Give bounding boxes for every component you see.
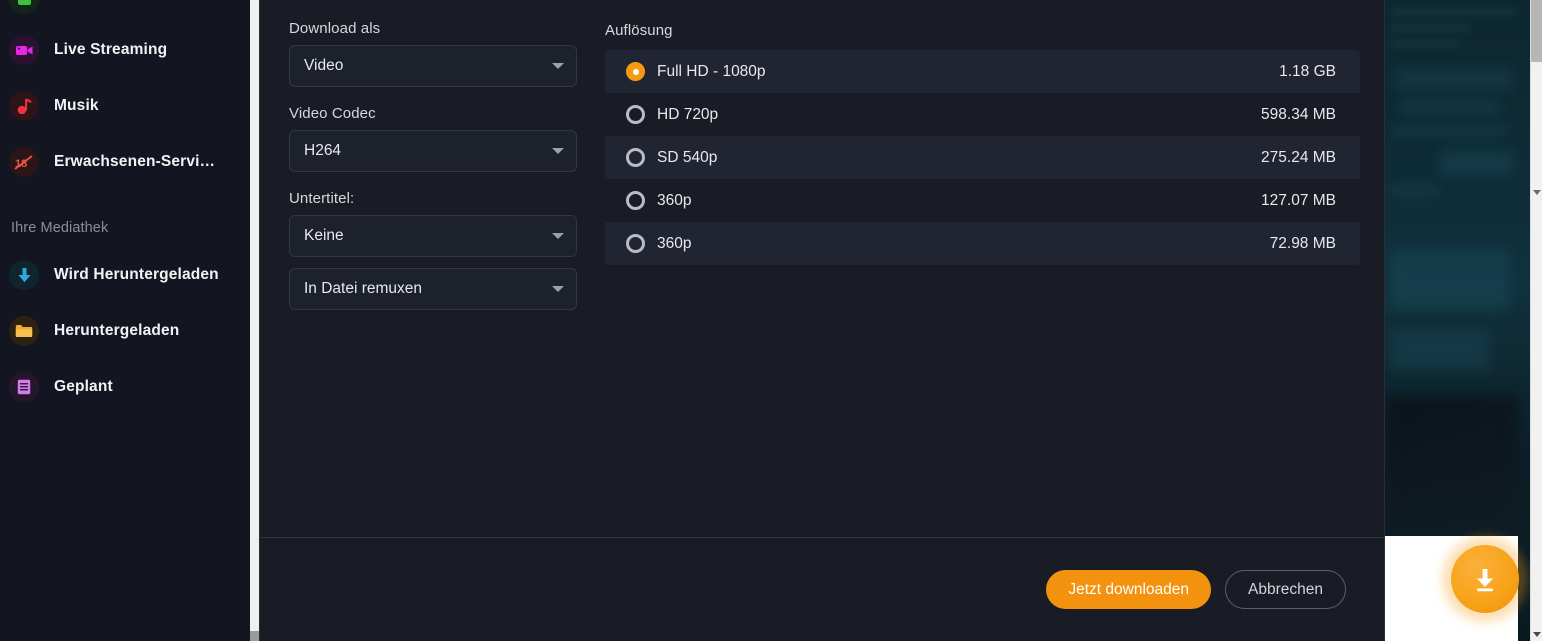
sidebar-item-label: Heruntergeladen [54, 322, 180, 339]
resolution-row[interactable]: Full HD - 1080p 1.18 GB [605, 50, 1360, 93]
download-as-select[interactable]: Video [289, 45, 577, 87]
calendar-list-icon [9, 372, 39, 402]
app-root: Live Streaming Musik 18 Erwachsenen-Se [0, 0, 1542, 641]
sidebar-item-label: Geplant [54, 378, 113, 395]
remux-select[interactable]: In Datei remuxen [289, 268, 577, 310]
resolution-row[interactable]: HD 720p 598.34 MB [605, 93, 1360, 136]
download-as-value: Video [304, 57, 344, 74]
resolution-panel: Auflösung Full HD - 1080p 1.18 GB HD 720… [605, 22, 1360, 265]
subtitles-group: Untertitel: Keine [289, 190, 577, 257]
download-as-group: Download als Video [289, 20, 577, 87]
sidebar-item-label: Live Streaming [54, 41, 168, 58]
sidebar-scrollbar-thumb[interactable] [250, 631, 259, 641]
scroll-down-arrow-icon[interactable] [1533, 632, 1541, 637]
resolution-row[interactable]: 360p 72.98 MB [605, 222, 1360, 265]
resolution-size: 275.24 MB [1261, 148, 1336, 166]
chevron-down-icon [552, 286, 564, 292]
download-now-button[interactable]: Jetzt downloaden [1046, 570, 1212, 609]
download-settings-dialog: Download als Video Video Codec H264 Unte… [259, 0, 1385, 641]
resolution-title: Auflösung [605, 22, 673, 39]
options-column: Download als Video Video Codec H264 Unte… [289, 20, 577, 310]
sidebar-item-adult-services[interactable]: 18 Erwachsenen-Servi… [0, 142, 250, 182]
resolution-size: 127.07 MB [1261, 191, 1336, 209]
resolution-row[interactable]: SD 540p 275.24 MB [605, 136, 1360, 179]
sidebar: Live Streaming Musik 18 Erwachsenen-Se [0, 0, 250, 641]
page-scrollbar[interactable] [1530, 0, 1542, 641]
resolution-row[interactable]: 360p 127.07 MB [605, 179, 1360, 222]
sidebar-item-label: Erwachsenen-Servi… [54, 153, 216, 170]
dialog-body: Download als Video Video Codec H264 Unte… [260, 0, 1384, 537]
radio-icon[interactable] [626, 148, 645, 167]
resolution-label: SD 540p [657, 148, 718, 166]
folder-icon [9, 316, 39, 346]
video-camera-icon [9, 35, 39, 65]
resolution-label: 360p [657, 191, 692, 209]
music-note-icon [9, 91, 39, 121]
download-arrow-icon [9, 260, 39, 290]
backdrop-shadow [1385, 396, 1518, 546]
radio-icon[interactable] [626, 234, 645, 253]
sidebar-item-label: Musik [54, 97, 99, 114]
green-circle-icon [9, 0, 39, 14]
chevron-down-icon [552, 63, 564, 69]
video-codec-value: H264 [304, 142, 342, 159]
video-codec-label: Video Codec [289, 105, 376, 122]
resolution-size: 598.34 MB [1261, 105, 1336, 123]
radio-icon[interactable] [626, 62, 645, 81]
page-scrollbar-thumb[interactable] [1531, 0, 1542, 62]
radio-icon[interactable] [626, 105, 645, 124]
download-as-label: Download als [289, 20, 381, 37]
sidebar-item-label: Wird Heruntergeladen [54, 266, 219, 283]
sidebar-item-downloaded[interactable]: Heruntergeladen [0, 311, 250, 351]
sidebar-section-title: Ihre Mediathek [11, 220, 109, 236]
resolution-label: HD 720p [657, 105, 719, 123]
remux-value: In Datei remuxen [304, 280, 423, 297]
resolution-size: 72.98 MB [1269, 234, 1336, 252]
resolution-list: Full HD - 1080p 1.18 GB HD 720p 598.34 M… [605, 50, 1360, 265]
video-codec-group: Video Codec H264 [289, 105, 577, 172]
download-icon [1477, 569, 1493, 592]
resolution-label: 360p [657, 234, 692, 252]
resolution-size: 1.18 GB [1279, 62, 1336, 80]
dialog-footer: Jetzt downloaden Abbrechen [260, 537, 1384, 641]
sidebar-item-musik[interactable]: Musik [0, 86, 250, 126]
chevron-down-icon [552, 148, 564, 154]
sidebar-item-scheduled[interactable]: Geplant [0, 367, 250, 407]
radio-icon[interactable] [626, 191, 645, 210]
sidebar-scrollbar[interactable] [250, 0, 259, 641]
sidebar-item-downloading[interactable]: Wird Heruntergeladen [0, 255, 250, 295]
subtitles-select[interactable]: Keine [289, 215, 577, 257]
sidebar-item-live-streaming[interactable]: Live Streaming [0, 30, 250, 70]
subtitles-value: Keine [304, 227, 344, 244]
scroll-marker-icon [1533, 190, 1541, 195]
floating-download-button-wrap [1442, 536, 1528, 622]
subtitles-label: Untertitel: [289, 190, 355, 207]
resolution-label: Full HD - 1080p [657, 62, 766, 80]
adult-blocked-icon: 18 [9, 147, 39, 177]
cancel-button[interactable]: Abbrechen [1225, 570, 1346, 609]
chevron-down-icon [552, 233, 564, 239]
floating-download-button[interactable] [1451, 545, 1519, 613]
video-codec-select[interactable]: H264 [289, 130, 577, 172]
